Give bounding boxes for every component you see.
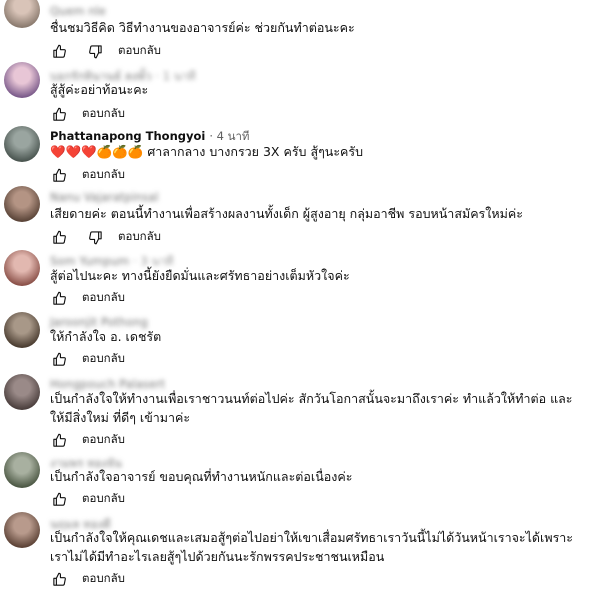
dislike-icon[interactable] xyxy=(86,42,104,60)
reply-button[interactable]: ตอบกลับ xyxy=(82,570,125,588)
avatar[interactable] xyxy=(4,312,40,348)
comment-actions: ตอบกลับ xyxy=(50,166,125,184)
avatar[interactable] xyxy=(4,126,40,162)
comment-author[interactable]: Nanu Vajaratpinsal xyxy=(50,190,158,204)
comment-actions: ตอบกลับ xyxy=(50,490,125,508)
comment-text: เป็นกำลังใจให้คุณเดชและเสมอสู้ๆต่อไปอย่า… xyxy=(50,530,574,564)
like-icon[interactable] xyxy=(50,289,68,307)
comment-actions: ตอบกลับ xyxy=(50,228,161,246)
avatar[interactable] xyxy=(4,250,40,286)
avatar[interactable] xyxy=(4,0,40,28)
comment-author[interactable]: Phattanapong Thongyoi · 4 นาที xyxy=(50,128,250,143)
comment-text: ให้กำลังใจ อ. เดชรัต xyxy=(50,329,162,344)
like-icon[interactable] xyxy=(50,42,68,60)
reply-button[interactable]: ตอบกลับ xyxy=(82,431,125,449)
like-icon[interactable] xyxy=(50,350,68,368)
comment-time[interactable]: · 4 นาที xyxy=(209,129,249,143)
avatar[interactable] xyxy=(4,186,40,222)
reply-button[interactable]: ตอบกลับ xyxy=(82,166,125,184)
dislike-icon[interactable] xyxy=(86,228,104,246)
comment-actions: ตอบกลับ xyxy=(50,570,125,588)
reply-button[interactable]: ตอบกลับ xyxy=(82,490,125,508)
comment-actions: ตอบกลับ xyxy=(50,431,125,449)
like-icon[interactable] xyxy=(50,228,68,246)
reply-button[interactable]: ตอบกลับ xyxy=(82,289,125,307)
comment-text: ชื่นชมวิธีคิด วิธีทำงานของอาจารย์ค่ะ ช่ว… xyxy=(50,20,355,35)
like-icon[interactable] xyxy=(50,490,68,508)
author-name[interactable]: Phattanapong Thongyoi xyxy=(50,129,205,143)
author-name[interactable]: Nanu Vajaratpinsal xyxy=(50,190,158,204)
comment-author[interactable]: Quem nle xyxy=(50,4,106,18)
comment-actions: ตอบกลับ xyxy=(50,350,125,368)
like-icon[interactable] xyxy=(50,166,68,184)
comment-text: เป็นกำลังใจอาจารย์ ขอบคุณที่ทำงานหนักและ… xyxy=(50,469,353,484)
comment-text: เสียดายค่ะ ตอนนี้ทำงานเพื่อสร้างผลงานทั้… xyxy=(50,206,523,221)
like-icon[interactable] xyxy=(50,431,68,449)
avatar[interactable] xyxy=(4,452,40,488)
comment-text: สู้สู้ค่ะอย่าท้อนะคะ xyxy=(50,82,149,97)
comment-text: ❤️❤️❤️🍊🍊🍊 ศาลากลาง บางกรวย 3X ครับ สู้ๆน… xyxy=(50,144,364,159)
author-name[interactable]: Quem nle xyxy=(50,4,106,18)
avatar[interactable] xyxy=(4,512,40,548)
like-icon[interactable] xyxy=(50,570,68,588)
like-icon[interactable] xyxy=(50,105,68,123)
avatar[interactable] xyxy=(4,62,40,98)
comment-actions: ตอบกลับ xyxy=(50,42,161,60)
reply-button[interactable]: ตอบกลับ xyxy=(82,105,125,123)
reply-button[interactable]: ตอบกลับ xyxy=(118,42,161,60)
reply-button[interactable]: ตอบกลับ xyxy=(82,350,125,368)
comment-text: สู้ต่อไปนะคะ ทางนี้ยังยืดมั่นและศรัทธาอย… xyxy=(50,268,350,283)
reply-button[interactable]: ตอบกลับ xyxy=(118,228,161,246)
avatar[interactable] xyxy=(4,374,40,410)
comment-actions: ตอบกลับ xyxy=(50,105,125,123)
comment-text: เป็นกำลังใจให้ทำงานเพื่อเราชาวนนท์ต่อไปค… xyxy=(50,391,573,425)
comment-author[interactable]: Som Yumpum · 3 นาที xyxy=(50,253,173,268)
comment-actions: ตอบกลับ xyxy=(50,289,125,307)
